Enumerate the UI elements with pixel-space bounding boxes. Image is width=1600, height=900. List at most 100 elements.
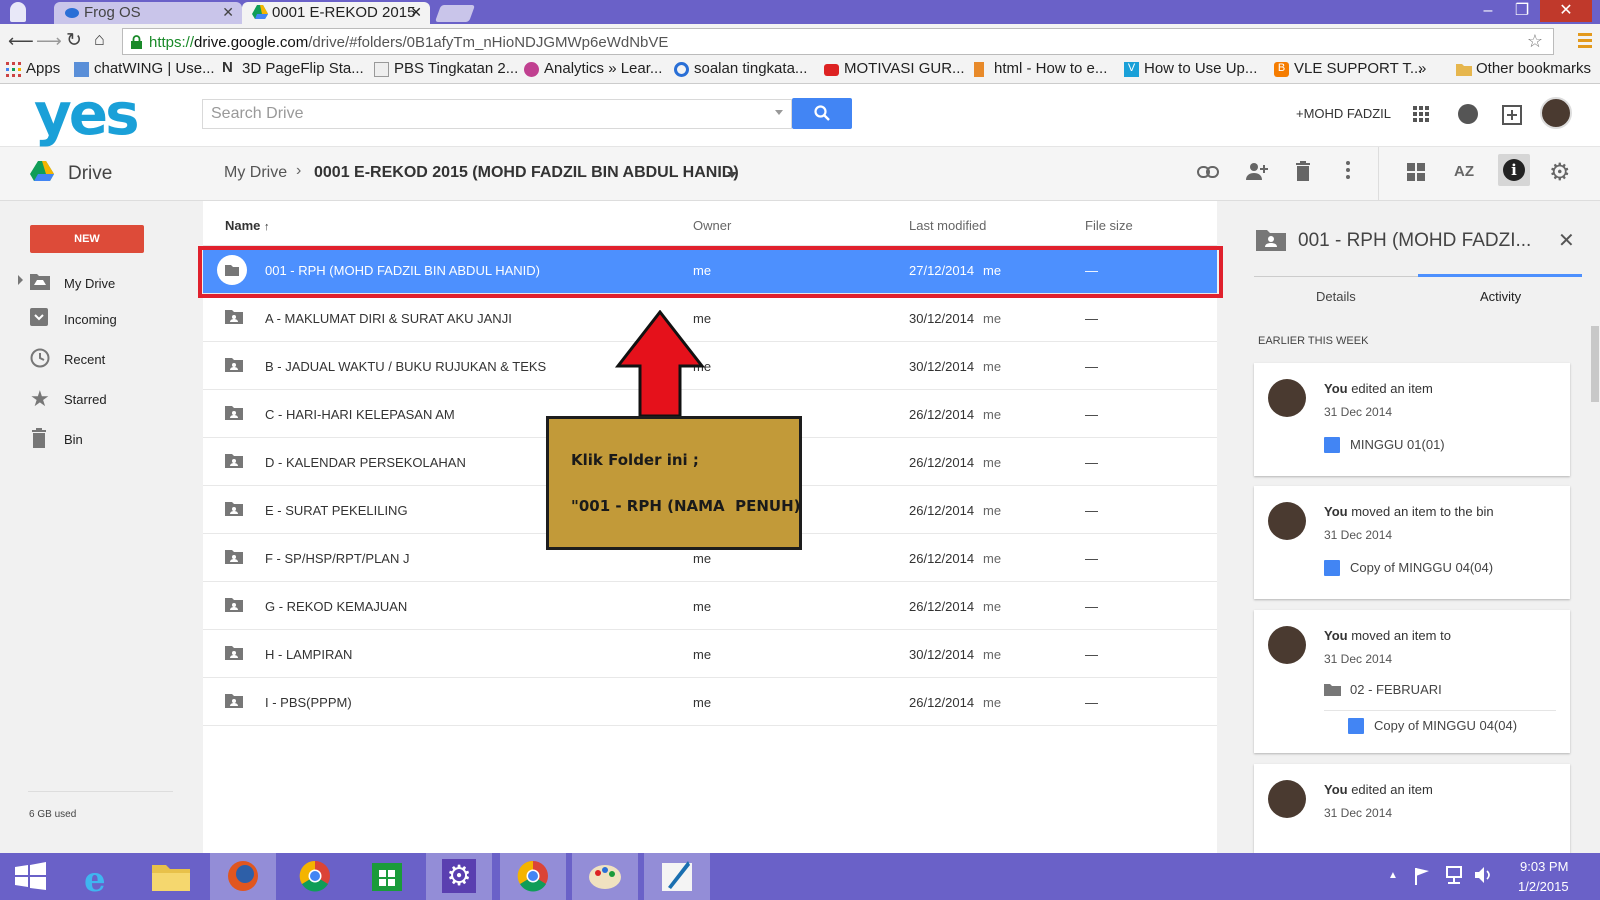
bookmark-star-icon[interactable]: ☆ <box>1527 31 1543 52</box>
tab-details[interactable]: Details <box>1316 289 1356 304</box>
chrome-icon[interactable] <box>282 853 348 900</box>
avatar[interactable] <box>1540 97 1572 129</box>
settings-gear-icon[interactable]: ⚙ <box>1549 158 1571 187</box>
bookmark-howto[interactable]: V How to Use Up... <box>1124 60 1257 77</box>
file-explorer-icon[interactable] <box>138 853 204 900</box>
clock-date[interactable]: 1/2/2015 <box>1518 879 1569 894</box>
breadcrumb-root[interactable]: My Drive <box>224 164 287 182</box>
user-name-link[interactable]: +MOHD FADZIL <box>1296 106 1391 121</box>
bookmark-soalan[interactable]: soalan tingkata... <box>674 60 807 77</box>
show-hidden-icons-icon[interactable]: ▲ <box>1388 870 1398 881</box>
chrome-active-icon[interactable] <box>500 853 566 900</box>
column-header-size[interactable]: File size <box>1085 218 1133 233</box>
back-icon[interactable]: ⟵ <box>8 31 34 52</box>
maximize-button[interactable]: ❐ <box>1506 0 1538 22</box>
bookmark-other[interactable]: Other bookmarks <box>1456 60 1591 77</box>
tab-e-rekod[interactable]: 0001 E-REKOD 2015 ✕ <box>242 2 430 24</box>
info-toggle-button[interactable]: i <box>1498 154 1530 186</box>
search-options-icon[interactable] <box>775 110 783 115</box>
search-button[interactable] <box>792 98 852 129</box>
grid-view-icon[interactable] <box>1407 163 1425 181</box>
reload-icon[interactable]: ↻ <box>66 29 82 52</box>
new-tab-button[interactable] <box>434 5 476 22</box>
file-modified-by: me <box>983 551 1002 566</box>
bookmark-apps[interactable]: Apps <box>6 60 60 77</box>
quill-icon[interactable] <box>644 853 710 900</box>
tab-close-icon[interactable]: ✕ <box>222 4 234 21</box>
action-center-flag-icon[interactable] <box>1414 867 1430 885</box>
volume-icon[interactable] <box>1474 866 1494 884</box>
panel-scrollbar-thumb[interactable] <box>1591 326 1599 402</box>
table-row[interactable]: B - JADUAL WAKTU / BUKU RUJUKAN & TEKS me… <box>203 342 1223 390</box>
new-button[interactable]: NEW <box>30 225 144 253</box>
store-icon[interactable] <box>354 853 420 900</box>
share-person-icon[interactable] <box>1246 162 1268 180</box>
column-header-modified[interactable]: Last modified <box>909 218 986 233</box>
paint-icon[interactable] <box>572 853 638 900</box>
breadcrumb-current[interactable]: 0001 E-REKOD 2015 (MOHD FADZIL BIN ABDUL… <box>314 164 739 182</box>
storage-usage[interactable]: 6 GB used <box>29 809 76 820</box>
sidebar-item-recent[interactable]: Recent <box>0 344 203 374</box>
trash-icon[interactable] <box>1296 161 1310 181</box>
minimize-button[interactable]: – <box>1472 0 1504 22</box>
apps-grid-icon[interactable] <box>1413 106 1430 123</box>
drive-app-name[interactable]: Drive <box>68 163 112 185</box>
tab-activity[interactable]: Activity <box>1480 289 1521 304</box>
forward-icon[interactable]: ⟶ <box>36 31 62 52</box>
ie-icon[interactable]: e <box>66 853 132 900</box>
breadcrumb-dropdown-icon[interactable] <box>727 172 737 178</box>
table-row[interactable]: H - LAMPIRAN me 30/12/2014 me — <box>203 630 1223 678</box>
activity-item-link[interactable]: Copy of MINGGU 04(04) <box>1348 718 1517 734</box>
bookmark-motivasi[interactable]: MOTIVASI GUR... <box>824 60 965 77</box>
activity-card[interactable]: You moved an item to the bin 31 Dec 2014… <box>1254 486 1570 599</box>
bookmark-pbs[interactable]: PBS Tingkatan 2... <box>374 60 518 77</box>
chrome-menu-icon[interactable] <box>1578 33 1592 48</box>
search-input[interactable]: Search Drive <box>202 99 792 129</box>
sort-az-icon[interactable]: AZ <box>1454 163 1474 180</box>
google-drive-icon[interactable] <box>30 161 54 182</box>
activity-item-link[interactable]: MINGGU 01(01) <box>1324 437 1445 453</box>
bookmark-html[interactable]: html - How to e... <box>974 60 1107 77</box>
list-scrollbar[interactable] <box>1217 201 1225 853</box>
bookmark-analytics[interactable]: Analytics » Lear... <box>524 60 662 77</box>
tab-frog-os[interactable]: Frog OS ✕ <box>54 2 242 24</box>
settings-icon[interactable]: ⚙ <box>426 853 492 900</box>
url-input[interactable]: https://drive.google.com/drive/#folders/… <box>122 28 1554 55</box>
tab-close-icon[interactable]: ✕ <box>410 4 422 21</box>
network-icon[interactable] <box>1444 866 1464 884</box>
share-plus-icon[interactable] <box>1502 103 1524 125</box>
table-row[interactable]: I - PBS(PPPM) me 26/12/2014 me — <box>203 678 1223 726</box>
shared-folder-icon <box>225 357 243 372</box>
close-panel-icon[interactable]: ✕ <box>1558 228 1575 253</box>
bookmark-chatwing[interactable]: chatWING | Use... <box>74 60 215 77</box>
get-link-icon[interactable] <box>1197 165 1219 179</box>
sidebar-item-starred[interactable]: ★ Starred <box>0 384 203 414</box>
user-profile-icon[interactable] <box>10 2 26 22</box>
activity-item-link[interactable]: 02 - FEBRUARI <box>1324 682 1442 697</box>
table-row[interactable]: G - REKOD KEMAJUAN me 26/12/2014 me — <box>203 582 1223 630</box>
bookmarks-overflow-button[interactable]: » <box>1418 60 1426 77</box>
activity-card[interactable]: You edited an item 31 Dec 2014 MINGGU 01… <box>1254 363 1570 476</box>
avatar <box>1268 780 1306 818</box>
notifications-icon[interactable] <box>1458 104 1478 124</box>
activity-card[interactable]: You edited an item 31 Dec 2014 <box>1254 764 1570 853</box>
activity-card[interactable]: You moved an item to 31 Dec 2014 02 - FE… <box>1254 610 1570 753</box>
column-header-name[interactable]: Name ↑ <box>225 218 270 233</box>
bookmark-pageflip[interactable]: N 3D PageFlip Sta... <box>222 59 364 77</box>
sidebar-item-incoming[interactable]: Incoming <box>0 304 203 334</box>
shared-folder-icon <box>225 309 243 324</box>
sidebar-item-my-drive[interactable]: My Drive <box>0 268 203 298</box>
clock-time[interactable]: 9:03 PM <box>1520 859 1568 874</box>
home-icon[interactable]: ⌂ <box>94 29 105 50</box>
more-actions-icon[interactable] <box>1346 161 1350 179</box>
close-window-button[interactable]: ✕ <box>1540 0 1592 22</box>
firefox-icon[interactable] <box>210 853 276 900</box>
bookmark-vle[interactable]: B VLE SUPPORT T... <box>1274 60 1422 77</box>
expand-arrow-icon[interactable] <box>18 275 23 285</box>
start-icon[interactable] <box>0 853 66 900</box>
column-header-owner[interactable]: Owner <box>693 218 731 233</box>
activity-item-link[interactable]: Copy of MINGGU 04(04) <box>1324 560 1493 576</box>
table-row[interactable]: A - MAKLUMAT DIRI & SURAT AKU JANJI me 30/… <box>203 294 1223 342</box>
yes-logo[interactable]: yes <box>34 80 140 148</box>
sidebar-item-bin[interactable]: Bin <box>0 424 203 454</box>
